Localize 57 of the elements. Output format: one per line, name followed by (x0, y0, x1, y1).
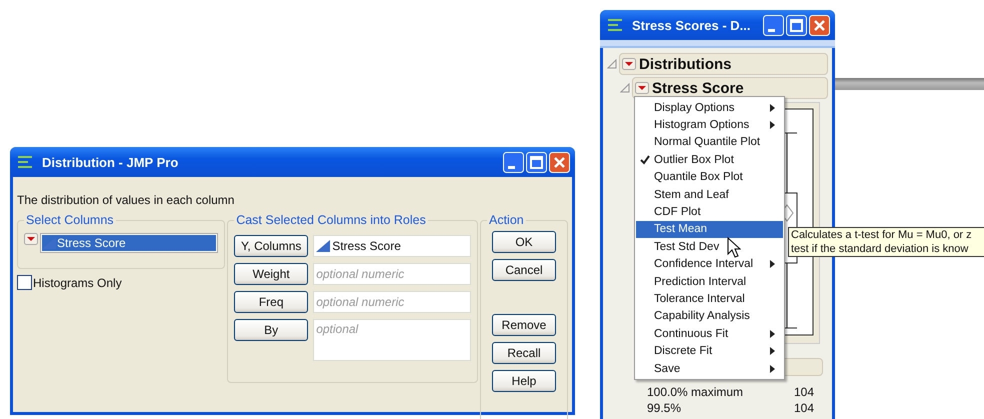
quantile-value: 104 (794, 401, 814, 415)
quantile-value: 104 (794, 385, 814, 399)
menu-item[interactable]: Normal Quantile Plot (636, 134, 783, 152)
menu-item[interactable]: Quantile Box Plot (636, 168, 783, 186)
quantile-label: 100.0% maximum (647, 385, 744, 399)
menu-item[interactable]: Discrete Fit (636, 342, 783, 360)
menu-item[interactable]: Test Mean (636, 220, 783, 238)
dropdown-icon[interactable] (622, 58, 636, 70)
maximize-button[interactable] (786, 14, 807, 36)
close-button[interactable] (549, 152, 570, 172)
window-title: Stress Scores - D... (632, 18, 750, 32)
role-button[interactable]: Y, Columns (234, 235, 308, 257)
window-title: Distribution - JMP Pro (42, 154, 178, 170)
group-title: Action (488, 213, 525, 227)
menu-lines-icon[interactable] (18, 156, 34, 168)
role-button[interactable]: Freq (234, 291, 308, 313)
menu-item[interactable]: Save (636, 360, 783, 378)
tooltip-text: Calculates a t-test for Mu = Mu0, or z (791, 228, 973, 242)
disclosure-icon[interactable] (607, 59, 617, 69)
dropdown-icon[interactable] (635, 82, 649, 94)
cursor-icon (727, 237, 741, 259)
column-item[interactable]: Stress Score (42, 235, 216, 251)
continuous-icon (42, 237, 56, 249)
role-field[interactable]: Stress Score (313, 235, 471, 257)
role-button[interactable]: Weight (234, 263, 308, 285)
dropdown-icon[interactable] (24, 233, 38, 245)
tooltip-text: test if the standard deviation is know (791, 242, 970, 256)
menu-lines-icon[interactable] (608, 19, 624, 31)
menu-item[interactable]: CDF Plot (636, 203, 783, 221)
action-button[interactable]: OK (492, 231, 556, 253)
menu-item[interactable]: Display Options (636, 99, 783, 116)
menu-item[interactable]: Histogram Options (636, 116, 783, 134)
continuous-icon (316, 240, 330, 252)
menu-item[interactable]: Prediction Interval (636, 272, 783, 290)
minimize-button[interactable] (763, 14, 784, 36)
close-button[interactable] (809, 14, 830, 36)
minimize-button[interactable] (503, 152, 524, 172)
action-button[interactable]: Help (492, 370, 556, 392)
group-title: Select Columns (25, 213, 115, 227)
menu-item[interactable]: Stem and Leaf (636, 186, 783, 204)
histograms-only-checkbox[interactable]: Histograms Only (17, 275, 226, 290)
maximize-button[interactable] (526, 152, 547, 172)
menu-item[interactable]: Test Std Dev (636, 238, 783, 256)
menu-item[interactable]: Capability Analysis (636, 308, 783, 326)
description-text: The distribution of values in each column (17, 193, 236, 207)
action-button[interactable]: Remove (492, 314, 556, 336)
menu-item[interactable]: Confidence Interval (636, 256, 783, 273)
action-button[interactable]: Cancel (492, 259, 556, 281)
action-button[interactable]: Recall (492, 342, 556, 364)
menu-item[interactable]: Outlier Box Plot (636, 151, 783, 169)
quantile-label: 99.5% (647, 401, 682, 415)
group-title: Cast Selected Columns into Roles (235, 213, 427, 227)
menu-item[interactable]: Tolerance Interval (636, 290, 783, 308)
menu-item[interactable]: Continuous Fit (636, 325, 783, 342)
disclosure-icon[interactable] (620, 83, 630, 93)
outline-header[interactable]: Distributions (619, 53, 828, 75)
role-button[interactable]: By (234, 319, 308, 341)
